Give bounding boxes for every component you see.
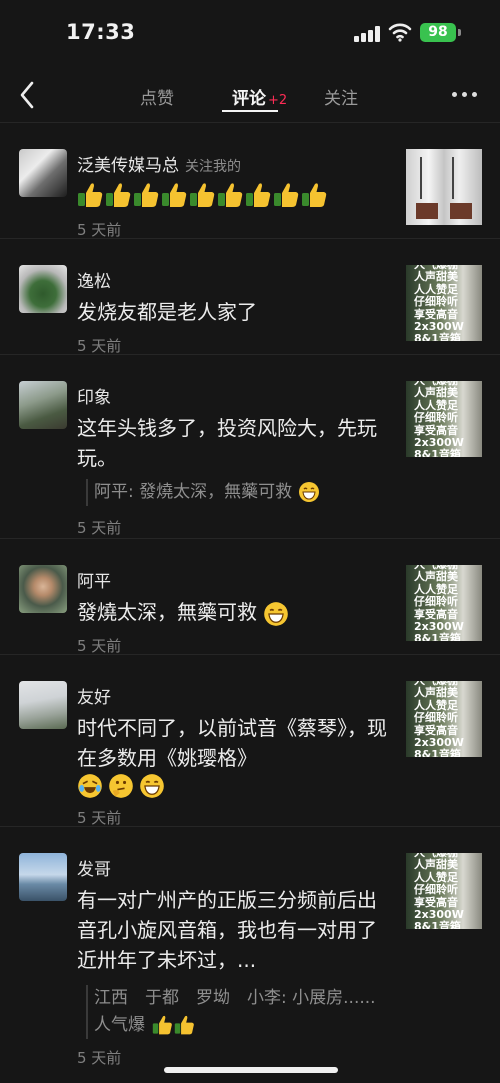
comment-item[interactable]: 逸松 发烧友都是老人家了 5 天前 人气爆棚 人声甜美 人人赞足 仔细聆听 享受… — [0, 238, 500, 355]
active-tab-indicator — [222, 110, 278, 112]
commenter-name[interactable]: 泛美传媒马总 关注我的 — [77, 151, 241, 176]
avatar[interactable] — [19, 381, 67, 429]
avatar[interactable] — [19, 265, 67, 313]
comment-emoji-row — [77, 773, 165, 801]
tab-comments[interactable]: 评论 +2 — [232, 84, 287, 109]
cellular-signal-icon — [354, 26, 380, 42]
commenter-name[interactable]: 发哥 — [77, 855, 111, 880]
grin-emoji-icon — [140, 774, 165, 798]
home-indicator[interactable] — [164, 1067, 338, 1073]
quoted-reply-text: 江西 于都 罗坳 小李: 小展房......人气爆 — [94, 988, 376, 1035]
more-options-icon[interactable] — [452, 92, 478, 98]
avatar[interactable] — [19, 565, 67, 613]
quoted-reply-text: 阿平: 發燒太深，無藥可救 — [94, 482, 293, 502]
status-bar: 17:33 98 — [0, 0, 500, 68]
video-thumbnail[interactable]: 人气爆棚 人声甜美 人人赞足 仔细聆听 享受高音 2x300W 8&1音箱 — [406, 265, 482, 341]
comment-text: 时代不同了，以前试音《蔡琴》，现在多数用《姚璎格》 — [77, 716, 387, 770]
avatar[interactable] — [19, 853, 67, 901]
comment-text: 發燒太深，無藥可救 — [77, 600, 257, 624]
grin-emoji-icon — [298, 482, 319, 502]
comment-item[interactable]: 友好 时代不同了，以前试音《蔡琴》，现在多数用《姚璎格》 5 天前 人气爆棚 人… — [0, 654, 500, 827]
thumbnail-text: 人气爆棚 人声甜美 人人赞足 仔细聆听 享受高音 2x300W 8&1音箱 — [414, 853, 464, 929]
commenter-name[interactable]: 友好 — [77, 683, 111, 708]
name-note: 关注我的 — [185, 159, 241, 175]
comment-date: 5 天前 — [77, 637, 122, 655]
commenter-name[interactable]: 阿平 — [77, 567, 111, 592]
comment-text: 发烧友都是老人家了 — [77, 300, 257, 324]
thumbnail-text: 人气爆棚 人声甜美 人人赞足 仔细聆听 享受高音 2x300W 8&1音箱 — [414, 381, 464, 457]
tab-likes[interactable]: 点赞 — [140, 84, 174, 109]
top-navigation: 点赞 评论 +2 关注 — [0, 68, 500, 122]
comment-date: 5 天前 — [77, 337, 122, 355]
comment-date: 5 天前 — [77, 519, 122, 537]
commenter-name-text: 泛美传媒马总 — [77, 156, 179, 176]
thumbnail-text: 人气爆棚 人声甜美 人人赞足 仔细聆听 享受高音 2x300W 8&1音箱 — [414, 565, 464, 641]
thumbnail-text: 人气爆棚 人声甜美 人人赞足 仔细聆听 享受高音 2x300W 8&1音箱 — [414, 265, 464, 341]
tab-follow[interactable]: 关注 — [324, 84, 358, 109]
status-time: 17:33 — [66, 20, 136, 44]
avatar[interactable] — [19, 681, 67, 729]
thinking-emoji-icon — [109, 774, 133, 798]
comment-date: 5 天前 — [77, 1049, 122, 1067]
comment-text: 这年头钱多了，投资风险大，先玩玩。 — [77, 416, 377, 470]
battery-level: 98 — [420, 23, 456, 42]
comment-date: 5 天前 — [77, 221, 122, 239]
comment-item[interactable]: 阿平 發燒太深，無藥可救 5 天前 人气爆棚 人声甜美 人人赞足 仔细聆听 享受… — [0, 538, 500, 655]
comment-date: 5 天前 — [77, 809, 122, 827]
comment-emoji-row — [77, 181, 387, 217]
tab-follow-label: 关注 — [324, 89, 358, 109]
video-thumbnail[interactable] — [406, 149, 482, 225]
thumbs-up-icon — [78, 183, 327, 207]
laughing-tears-emoji-icon — [78, 774, 102, 798]
comment-text-row: 發燒太深，無藥可救 — [77, 597, 387, 627]
back-arrow-icon[interactable] — [14, 78, 42, 112]
commenter-name[interactable]: 印象 — [77, 383, 111, 408]
avatar[interactable] — [19, 149, 67, 197]
tab-comments-badge: +2 — [268, 93, 288, 108]
comment-item[interactable]: 发哥 有一对广州产的正版三分频前后出音孔小旋风音箱，我也有一对用了近卅年了未坏过… — [0, 826, 500, 1067]
battery-tip — [458, 29, 461, 36]
tab-comments-label: 评论 — [232, 89, 266, 109]
grin-emoji-icon — [264, 601, 289, 626]
wifi-icon — [388, 23, 412, 42]
thumbnail-text: 人气爆棚 人声甜美 人人赞足 仔细聆听 享受高音 2x300W 8&1音箱 — [414, 681, 464, 757]
comment-text: 有一对广州产的正版三分频前后出音孔小旋风音箱，我也有一对用了近卅年了未坏过，..… — [77, 888, 377, 972]
comment-item[interactable]: 泛美传媒马总 关注我的 5 天前 — [0, 122, 500, 239]
quoted-reply: 江西 于都 罗坳 小李: 小展房......人气爆 — [86, 985, 386, 1039]
video-thumbnail[interactable]: 人气爆棚 人声甜美 人人赞足 仔细聆听 享受高音 2x300W 8&1音箱 — [406, 381, 482, 457]
video-thumbnail[interactable]: 人气爆棚 人声甜美 人人赞足 仔细聆听 享受高音 2x300W 8&1音箱 — [406, 681, 482, 757]
video-thumbnail[interactable]: 人气爆棚 人声甜美 人人赞足 仔细聆听 享受高音 2x300W 8&1音箱 — [406, 565, 482, 641]
thumbs-up-icon — [153, 1015, 195, 1035]
commenter-name[interactable]: 逸松 — [77, 267, 111, 292]
comment-item[interactable]: 印象 这年头钱多了，投资风险大，先玩玩。 阿平: 發燒太深，無藥可救 5 天前 … — [0, 354, 500, 538]
quoted-reply: 阿平: 發燒太深，無藥可救 — [86, 479, 386, 506]
tab-likes-label: 点赞 — [140, 89, 174, 109]
video-thumbnail[interactable]: 人气爆棚 人声甜美 人人赞足 仔细聆听 享受高音 2x300W 8&1音箱 — [406, 853, 482, 929]
comment-list: 泛美传媒马总 关注我的 5 天前 逸松 发烧友都是老人家了 5 天前 人声甜美 … — [0, 122, 500, 1067]
